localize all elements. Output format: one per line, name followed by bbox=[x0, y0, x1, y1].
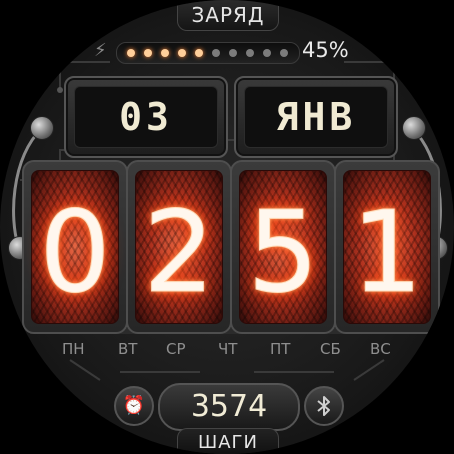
battery-dots-track bbox=[116, 42, 300, 64]
watch-face: ЗАРЯД ⚡ 45% 03 ЯНВ 0 2 5 1 ПН ВТ СР ЧТ П… bbox=[0, 0, 454, 454]
steps-label: ШАГИ bbox=[177, 428, 279, 454]
battery-dot bbox=[195, 49, 203, 57]
weekday-tue: ВТ bbox=[118, 340, 138, 358]
date-month: ЯНВ bbox=[244, 86, 388, 148]
battery-percent: 45% bbox=[302, 38, 349, 62]
minute-tens-digit: 5 bbox=[247, 188, 319, 319]
hour-tens-digit: 0 bbox=[39, 188, 111, 319]
nixie-glass: 1 bbox=[343, 170, 431, 324]
nixie-glass: 2 bbox=[135, 170, 223, 324]
battery-dot bbox=[246, 49, 254, 57]
nixie-glass: 5 bbox=[239, 170, 327, 324]
nixie-glass: 0 bbox=[31, 170, 119, 324]
battery-label: ЗАРЯД bbox=[177, 0, 279, 31]
hour-ones-digit: 2 bbox=[143, 188, 215, 319]
bluetooth-button[interactable] bbox=[304, 386, 344, 426]
battery-dot bbox=[212, 49, 220, 57]
nixie-tube-hour-tens: 0 bbox=[22, 160, 128, 334]
minute-ones-digit: 1 bbox=[351, 188, 423, 319]
weekday-row: ПН ВТ СР ЧТ ПТ СБ ВС bbox=[0, 340, 454, 360]
bluetooth-icon bbox=[317, 396, 330, 416]
battery-dot bbox=[161, 49, 169, 57]
weekday-fri: ПТ bbox=[270, 340, 291, 358]
weekday-mon: ПН bbox=[62, 340, 85, 358]
steps-count: 3574 bbox=[190, 389, 268, 424]
alarm-button[interactable]: ⏰ bbox=[114, 386, 154, 426]
date-day: 03 bbox=[74, 86, 218, 148]
weekday-wed: СР bbox=[166, 340, 186, 358]
weekday-sat: СБ bbox=[320, 340, 341, 358]
date-month-panel[interactable]: ЯНВ bbox=[234, 76, 398, 158]
alarm-clock-icon: ⏰ bbox=[122, 395, 146, 416]
nixie-tube-minute-tens: 5 bbox=[230, 160, 336, 334]
battery-dot bbox=[144, 49, 152, 57]
weekday-thu: ЧТ bbox=[218, 340, 238, 358]
date-day-panel[interactable]: 03 bbox=[64, 76, 228, 158]
battery-dot bbox=[280, 49, 288, 57]
nixie-tube-hour-ones: 2 bbox=[126, 160, 232, 334]
battery-dot bbox=[263, 49, 271, 57]
lightning-bolt-icon: ⚡ bbox=[94, 40, 107, 61]
connector-bolt-top-right bbox=[402, 116, 426, 140]
nixie-tube-minute-ones: 1 bbox=[334, 160, 440, 334]
connector-bolt-top-left bbox=[30, 116, 54, 140]
battery-dot bbox=[229, 49, 237, 57]
battery-dot bbox=[178, 49, 186, 57]
battery-dot bbox=[127, 49, 135, 57]
battery-indicator[interactable]: ⚡ 45% bbox=[94, 36, 364, 66]
steps-panel[interactable]: 3574 bbox=[158, 383, 300, 431]
weekday-sun: ВС bbox=[370, 340, 391, 358]
